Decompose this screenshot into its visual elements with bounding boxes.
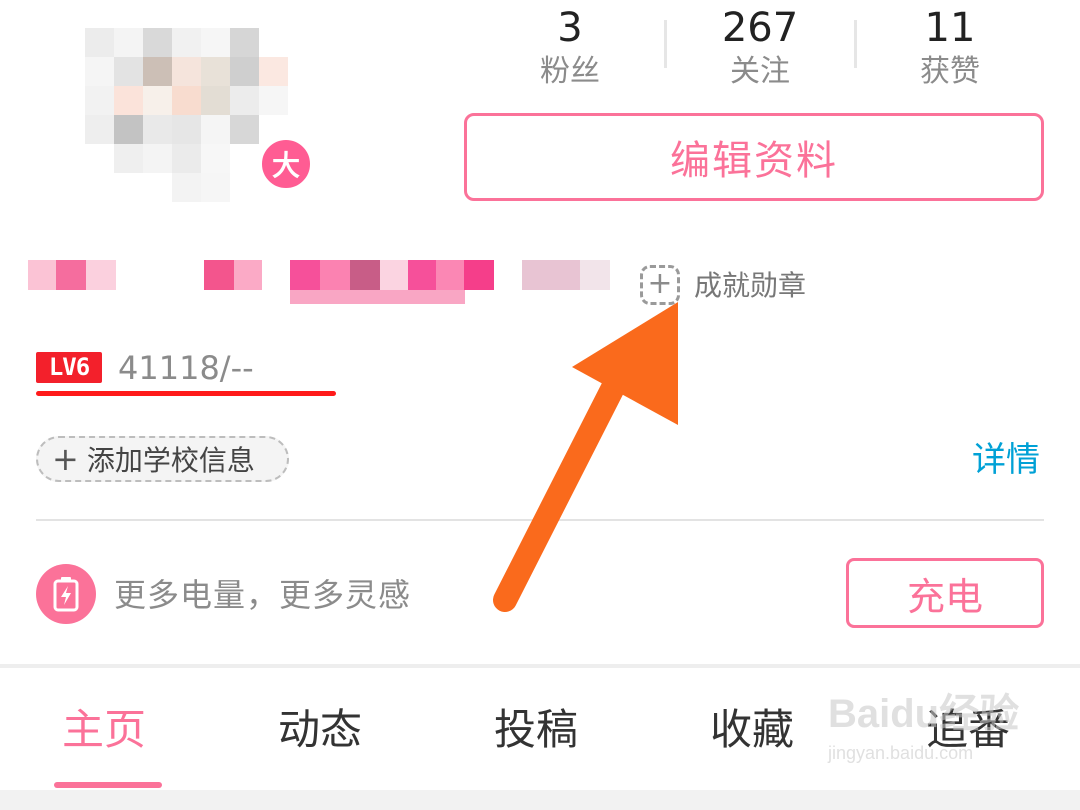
annotation-arrow-icon [493, 302, 678, 612]
